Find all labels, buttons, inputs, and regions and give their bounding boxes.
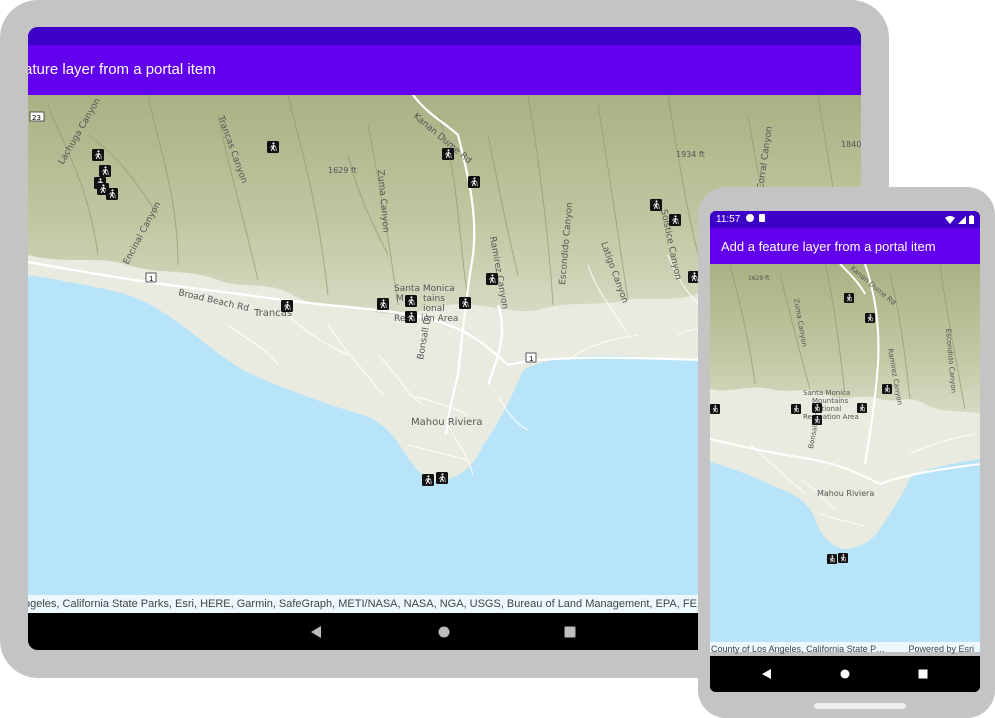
hiking-trailhead-icon[interactable] — [106, 188, 118, 200]
sd-card-icon — [759, 214, 765, 222]
phone-map-view[interactable]: Mahou Riviera Santa Monica Mountains Nat… — [710, 264, 980, 652]
home-icon[interactable] — [437, 625, 451, 639]
hiking-trailhead-icon[interactable] — [710, 404, 720, 414]
shield-23: 23 — [32, 114, 41, 122]
hiking-trailhead-icon[interactable] — [857, 403, 867, 413]
label-santa-monica: Santa Monica — [394, 284, 455, 294]
wifi-icon — [945, 215, 955, 224]
hiking-trailhead-icon[interactable] — [669, 214, 681, 226]
tablet-status-bar — [28, 27, 861, 45]
phone-device-frame: 11:57 Add a feature layer from a portal … — [698, 187, 995, 718]
status-time: 11:57 — [716, 214, 741, 225]
hiking-trailhead-icon[interactable] — [827, 554, 837, 564]
tablet-app-bar: ature layer from a portal item — [28, 45, 861, 95]
signal-icon — [958, 215, 966, 224]
label-mahou-riviera: Mahou Riviera — [411, 417, 483, 428]
shield-1b: 1 — [529, 355, 533, 363]
hiking-trailhead-icon[interactable] — [92, 149, 104, 161]
recents-icon[interactable] — [917, 668, 929, 680]
hiking-trailhead-icon[interactable] — [838, 553, 848, 563]
battery-icon — [969, 215, 974, 224]
hiking-trailhead-icon[interactable] — [791, 404, 801, 414]
phone-app-bar: Add a feature layer from a portal item — [710, 228, 980, 264]
phone-nav-bar — [710, 657, 980, 692]
attribution-text: ngeles, California State Parks, Esri, HE… — [28, 598, 697, 610]
hiking-trailhead-icon[interactable] — [377, 298, 389, 310]
attribution-text: County of Los Angeles, California State … — [711, 644, 886, 654]
hiking-trailhead-icon[interactable] — [865, 313, 875, 323]
shield-1: 1 — [149, 275, 153, 283]
phone-screen: 11:57 Add a feature layer from a portal … — [710, 211, 980, 692]
hiking-trailhead-icon[interactable] — [812, 415, 822, 425]
hiking-trailhead-icon[interactable] — [99, 165, 111, 177]
hiking-trailhead-icon[interactable] — [468, 176, 480, 188]
hiking-trailhead-icon[interactable] — [812, 403, 822, 413]
phone-speaker-grille — [814, 703, 906, 709]
label-santa-monica: Santa Monica — [803, 389, 850, 397]
notification-icon — [746, 214, 754, 222]
hiking-trailhead-icon[interactable] — [405, 311, 417, 323]
app-title: Add a feature layer from a portal item — [721, 239, 936, 254]
phone-status-bar: 11:57 — [710, 211, 980, 228]
hiking-trailhead-icon[interactable] — [650, 199, 662, 211]
hiking-trailhead-icon[interactable] — [882, 384, 892, 394]
label-elevation-3: 1840 ft — [841, 140, 861, 149]
hiking-trailhead-icon[interactable] — [281, 300, 293, 312]
home-icon[interactable] — [839, 668, 851, 680]
recents-icon[interactable] — [563, 625, 577, 639]
back-icon[interactable] — [309, 625, 323, 639]
map-attribution[interactable]: County of Los Angeles, California State … — [710, 642, 980, 656]
hiking-trailhead-icon[interactable] — [267, 141, 279, 153]
label-elevation-1: 1629 ft — [328, 166, 357, 175]
label-elevation-1: 1629 ft — [748, 275, 770, 282]
app-title: ature layer from a portal item — [28, 61, 216, 78]
label-sm-line2b: tains — [423, 294, 445, 304]
hiking-trailhead-icon[interactable] — [442, 148, 454, 160]
label-mahou-riviera: Mahou Riviera — [817, 489, 874, 498]
hiking-trailhead-icon[interactable] — [405, 295, 417, 307]
label-elevation-2: 1934 ft — [676, 150, 705, 159]
hiking-trailhead-icon[interactable] — [844, 293, 854, 303]
powered-by-esri[interactable]: Powered by Esri — [908, 642, 974, 656]
back-icon[interactable] — [760, 668, 772, 680]
label-sm-line2: M — [396, 294, 404, 304]
hiking-trailhead-icon[interactable] — [486, 273, 498, 285]
label-sm-line3: ional — [423, 304, 445, 314]
hiking-trailhead-icon[interactable] — [436, 472, 448, 484]
hiking-trailhead-icon[interactable] — [422, 474, 434, 486]
hiking-trailhead-icon[interactable] — [459, 297, 471, 309]
